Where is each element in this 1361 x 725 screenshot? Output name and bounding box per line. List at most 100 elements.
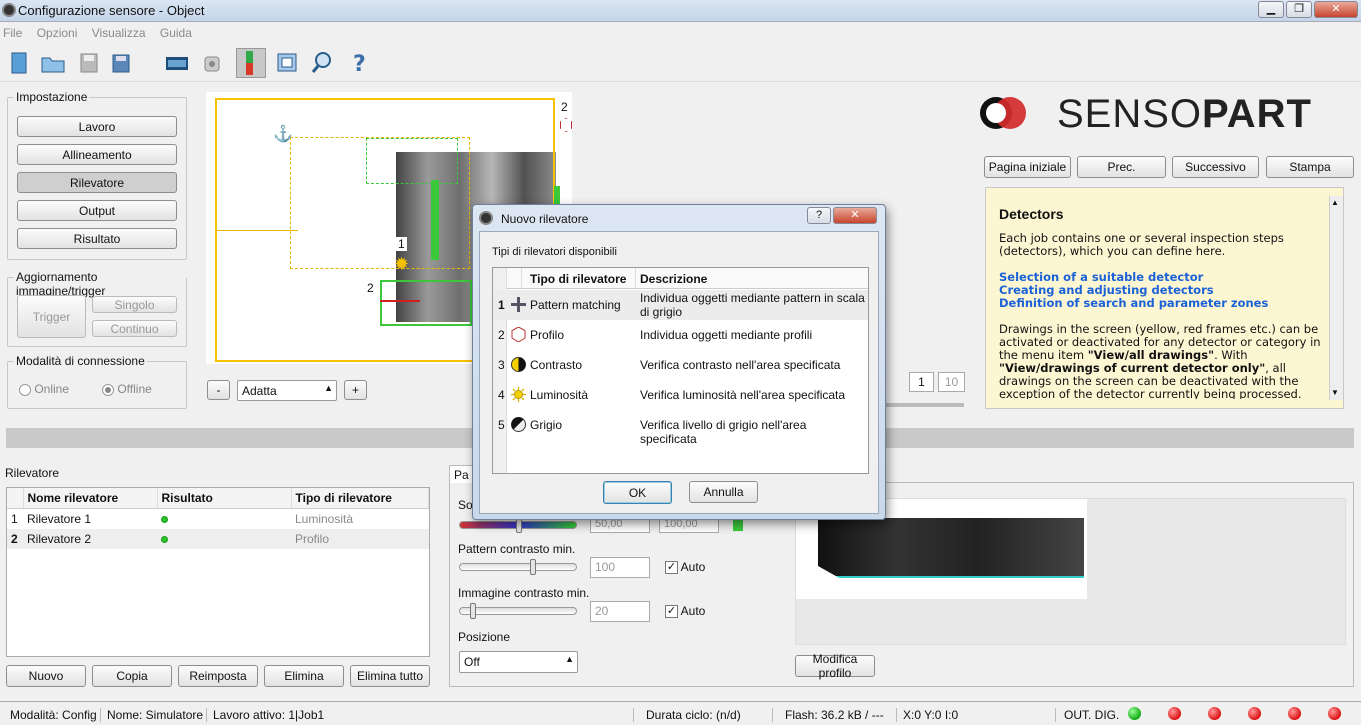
dialog-title: Nuovo rilevatore — [501, 212, 589, 226]
continuous-button[interactable]: Continuo — [92, 320, 177, 337]
help-home-button[interactable]: Pagina iniziale — [984, 156, 1071, 178]
pattern-contrast-value[interactable]: 100 — [590, 557, 650, 578]
zoom-out-button[interactable]: - — [207, 380, 230, 400]
help-print-button[interactable]: Stampa — [1266, 156, 1354, 178]
help-icon[interactable]: ? — [346, 48, 376, 78]
save-icon[interactable] — [74, 48, 104, 78]
image-auto[interactable]: ✓ Auto — [665, 604, 705, 619]
pattern-frame[interactable] — [366, 138, 458, 184]
list-item[interactable]: 2 Profilo Individua oggetti mediante pro… — [493, 320, 868, 350]
table-row[interactable]: 1 Rilevatore 1 Luminosità — [7, 509, 429, 530]
type-name: Profilo — [530, 328, 565, 342]
output-button[interactable]: Output — [17, 200, 177, 221]
menu-help[interactable]: Guida — [160, 26, 192, 40]
save-as-icon[interactable] — [110, 48, 140, 78]
reset-button[interactable]: Reimposta — [178, 665, 258, 687]
row-number: 1 — [498, 298, 505, 312]
help-prev-button[interactable]: Prec. — [1077, 156, 1166, 178]
table-row[interactable]: 2 Rilevatore 2 Profilo — [7, 529, 429, 549]
scroll-down-icon[interactable]: ▼ — [1331, 388, 1339, 397]
col-name[interactable]: Nome rilevatore — [23, 488, 158, 509]
film-icon[interactable] — [162, 48, 192, 78]
minimize-button[interactable]: ▁ — [1258, 1, 1284, 18]
profile-line — [380, 300, 420, 302]
led-4-icon — [1248, 707, 1261, 720]
search-icon[interactable] — [308, 48, 338, 78]
zoom-select[interactable]: Adatta ▲ — [237, 380, 337, 401]
list-item[interactable]: 5 Grigio Verifica livello di grigio nell… — [493, 410, 868, 446]
row-index: 2 — [11, 532, 18, 546]
updown-arrow-icon: ▲ — [324, 383, 333, 393]
list-item[interactable]: 3 Contrasto Verifica contrasto nell'area… — [493, 350, 868, 380]
led-5-icon — [1288, 707, 1301, 720]
list-item[interactable]: 1 Pattern matching Individua oggetti med… — [493, 290, 868, 320]
close-button[interactable]: ✕ — [1314, 1, 1358, 18]
toolbar: ? — [0, 44, 1361, 82]
title-bar: Configurazione sensore - Object ▁ ❐ ✕ — [0, 0, 1361, 22]
help-scrollbar[interactable]: ▲ ▼ — [1329, 196, 1343, 400]
copy-button[interactable]: Copia — [92, 665, 172, 687]
col-detector-type[interactable]: Tipo di rilevatore — [530, 272, 626, 286]
led-6-icon — [1328, 707, 1341, 720]
anchor-icon[interactable]: ⚓ — [273, 124, 293, 144]
new-button[interactable]: Nuovo — [6, 665, 86, 687]
image-auto-checkbox[interactable]: ✓ — [665, 605, 678, 619]
help-link-zones[interactable]: Definition of search and parameter zones — [999, 297, 1319, 310]
menu-options[interactable]: Opzioni — [37, 26, 78, 40]
result-button[interactable]: Risultato — [17, 228, 177, 249]
led-2-icon — [1168, 707, 1181, 720]
trigger-button[interactable]: Trigger — [17, 295, 86, 338]
sensor-mode-icon[interactable] — [236, 48, 266, 78]
offline-radio[interactable]: Offline — [102, 382, 152, 396]
pattern-auto[interactable]: ✓ Auto — [665, 560, 705, 575]
delete-all-button[interactable]: Elimina tutto — [350, 665, 430, 687]
detector-name: Rilevatore 1 — [27, 512, 92, 526]
menu-file[interactable]: File — [3, 26, 22, 40]
image-contrast-knob[interactable] — [470, 603, 476, 619]
pattern-auto-checkbox[interactable]: ✓ — [665, 561, 678, 575]
new-file-icon[interactable] — [4, 48, 34, 78]
detector-type-table: Tipo di rilevatore Descrizione 1 Pattern… — [492, 267, 869, 474]
pattern-contrast-knob[interactable] — [530, 559, 536, 575]
open-folder-icon[interactable] — [38, 48, 68, 78]
cancel-button[interactable]: Annulla — [689, 481, 758, 503]
page-current[interactable]: 1 — [909, 372, 934, 392]
online-radio-circle[interactable] — [19, 383, 31, 396]
status-name: Nome: Simulatore — [100, 708, 203, 722]
dialog-close-button[interactable]: ✕ — [833, 207, 877, 224]
modify-profile-button[interactable]: Modifica profilo — [795, 652, 875, 680]
detector-2-frame[interactable] — [380, 280, 472, 326]
detector-button[interactable]: Rilevatore — [17, 172, 177, 193]
alignment-button[interactable]: Allineamento — [17, 144, 177, 165]
maximize-button[interactable]: ❐ — [1286, 1, 1312, 18]
help-next-button[interactable]: Successivo — [1172, 156, 1259, 178]
setup-group: Impostazione Lavoro Allineamento Rilevat… — [7, 90, 187, 260]
col-result[interactable]: Risultato — [157, 488, 292, 509]
type-description: Verifica livello di grigio nell'area spe… — [640, 418, 807, 446]
pattern-contrast-slider[interactable] — [459, 559, 577, 575]
col-type[interactable]: Tipo di rilevatore — [291, 488, 429, 509]
single-button[interactable]: Singolo — [92, 296, 177, 313]
col-description[interactable]: Descrizione — [635, 268, 711, 288]
position-select[interactable]: Off ▲ — [459, 651, 578, 673]
list-item[interactable]: 4 Luminosità Verifica luminosità nell'ar… — [493, 380, 868, 410]
dialog-help-button[interactable]: ? — [807, 207, 831, 224]
delete-button[interactable]: Elimina — [264, 665, 344, 687]
status-bar: Modalità: Config Nome: Simulatore Lavoro… — [0, 701, 1361, 725]
scroll-up-icon[interactable]: ▲ — [1331, 198, 1339, 207]
status-coordinates: X:0 Y:0 I:0 — [896, 708, 958, 722]
brand-light: SENSO — [1057, 92, 1203, 136]
display-icon[interactable] — [272, 48, 302, 78]
online-radio[interactable]: Online — [19, 382, 69, 396]
image-contrast-slider[interactable] — [459, 603, 577, 619]
image-contrast-value[interactable]: 20 — [590, 601, 650, 622]
zone-label-2: 2 — [561, 100, 568, 114]
threshold-slider[interactable] — [459, 517, 577, 533]
menu-view[interactable]: Visualizza — [92, 26, 146, 40]
zoom-in-button[interactable]: + — [344, 380, 367, 400]
ok-button[interactable]: OK — [603, 481, 672, 504]
camera-icon[interactable] — [198, 48, 228, 78]
type-description: Verifica contrasto nell'area specificata — [640, 358, 841, 372]
offline-radio-circle[interactable] — [102, 383, 114, 396]
job-button[interactable]: Lavoro — [17, 116, 177, 137]
